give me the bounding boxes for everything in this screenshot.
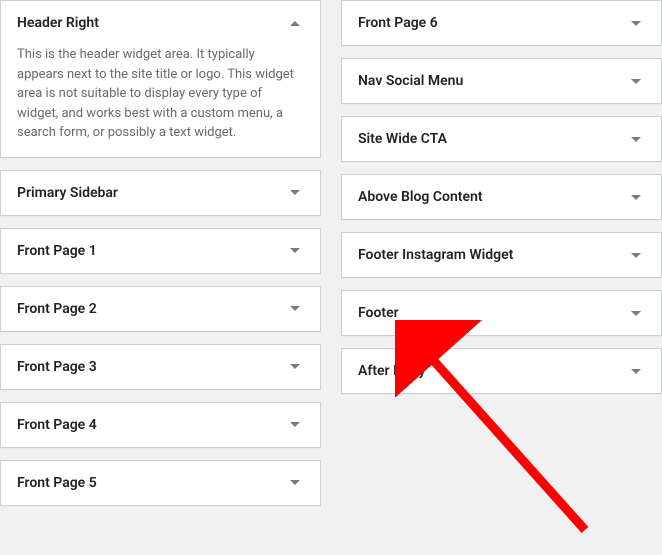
widget-title: Front Page 5	[17, 475, 97, 491]
chevron-down-icon	[631, 21, 641, 26]
widget-area-nav-social-menu: Nav Social Menu	[341, 58, 662, 104]
widget-area-front-page-6: Front Page 6	[341, 0, 662, 46]
widget-header-after-entry[interactable]: After Entry	[342, 349, 661, 393]
widget-title: After Entry	[358, 363, 426, 379]
widget-header-front-page-2[interactable]: Front Page 2	[1, 287, 320, 331]
widget-title: Front Page 2	[17, 301, 97, 317]
widget-area-front-page-2: Front Page 2	[0, 286, 321, 332]
widget-area-front-page-4: Front Page 4	[0, 402, 321, 448]
chevron-down-icon	[290, 480, 300, 485]
widget-header-footer[interactable]: Footer	[342, 291, 661, 335]
chevron-down-icon	[631, 79, 641, 84]
chevron-down-icon	[631, 195, 641, 200]
widget-areas-container: Header Right This is the header widget a…	[0, 0, 662, 506]
widget-title: Front Page 4	[17, 417, 97, 433]
widget-area-front-page-5: Front Page 5	[0, 460, 321, 506]
widget-title: Site Wide CTA	[358, 131, 447, 147]
widget-header-front-page-4[interactable]: Front Page 4	[1, 403, 320, 447]
widget-header-site-wide-cta[interactable]: Site Wide CTA	[342, 117, 661, 161]
chevron-down-icon	[631, 137, 641, 142]
widget-area-footer: Footer	[341, 290, 662, 336]
widget-header-front-page-3[interactable]: Front Page 3	[1, 345, 320, 389]
widget-description: This is the header widget area. It typic…	[1, 45, 320, 157]
widget-title: Nav Social Menu	[358, 73, 463, 89]
chevron-down-icon	[290, 422, 300, 427]
chevron-down-icon	[631, 253, 641, 258]
widget-header-front-page-6[interactable]: Front Page 6	[342, 1, 661, 45]
widget-header-above-blog-content[interactable]: Above Blog Content	[342, 175, 661, 219]
chevron-down-icon	[290, 364, 300, 369]
chevron-down-icon	[631, 311, 641, 316]
widget-area-after-entry: After Entry	[341, 348, 662, 394]
widget-area-site-wide-cta: Site Wide CTA	[341, 116, 662, 162]
widget-title: Primary Sidebar	[17, 185, 118, 201]
widget-header-front-page-5[interactable]: Front Page 5	[1, 461, 320, 505]
left-column: Header Right This is the header widget a…	[0, 0, 321, 506]
widget-title: Front Page 1	[17, 243, 97, 259]
widget-header-nav-social-menu[interactable]: Nav Social Menu	[342, 59, 661, 103]
chevron-down-icon	[290, 190, 300, 195]
widget-title: Above Blog Content	[358, 189, 483, 205]
widget-area-primary-sidebar: Primary Sidebar	[0, 170, 321, 216]
widget-area-footer-instagram-widget: Footer Instagram Widget	[341, 232, 662, 278]
widget-header-primary-sidebar[interactable]: Primary Sidebar	[1, 171, 320, 215]
widget-header-header-right[interactable]: Header Right	[1, 1, 320, 45]
widget-title: Footer Instagram Widget	[358, 247, 513, 263]
chevron-up-icon	[290, 21, 300, 26]
widget-title: Footer	[358, 305, 399, 321]
widget-title: Front Page 6	[358, 15, 438, 31]
widget-area-front-page-3: Front Page 3	[0, 344, 321, 390]
chevron-down-icon	[290, 306, 300, 311]
right-column: Front Page 6 Nav Social Menu Site Wide C…	[341, 0, 662, 506]
widget-title: Header Right	[17, 15, 99, 31]
widget-area-above-blog-content: Above Blog Content	[341, 174, 662, 220]
widget-header-front-page-1[interactable]: Front Page 1	[1, 229, 320, 273]
widget-title: Front Page 3	[17, 359, 97, 375]
widget-area-front-page-1: Front Page 1	[0, 228, 321, 274]
chevron-down-icon	[631, 369, 641, 374]
widget-area-header-right: Header Right This is the header widget a…	[0, 0, 321, 158]
chevron-down-icon	[290, 248, 300, 253]
widget-header-footer-instagram-widget[interactable]: Footer Instagram Widget	[342, 233, 661, 277]
